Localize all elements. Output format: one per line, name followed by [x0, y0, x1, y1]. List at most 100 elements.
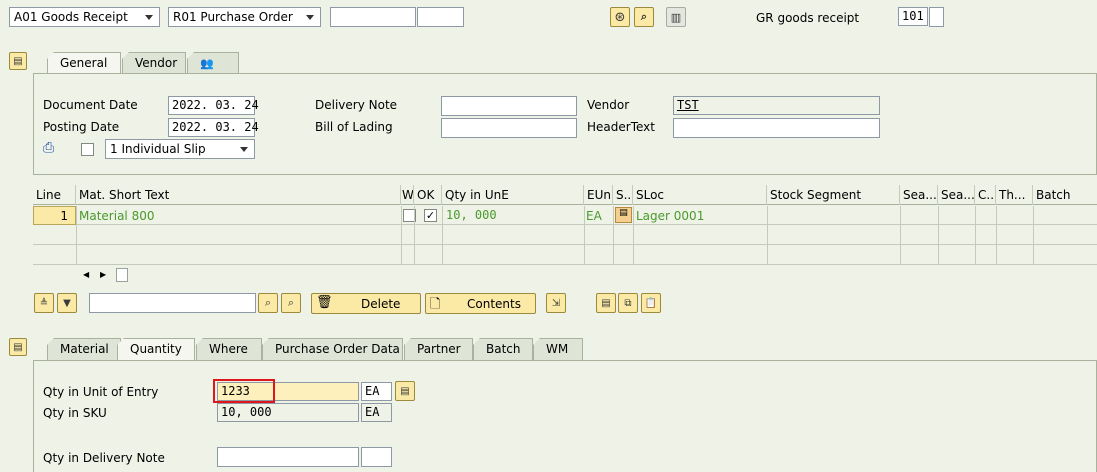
- chevron-down-icon: [306, 15, 314, 20]
- col-sloc[interactable]: SLoc: [633, 185, 767, 205]
- reference-doc-input[interactable]: [330, 7, 416, 27]
- contents-button[interactable]: 🗋 Contents: [425, 293, 536, 314]
- grid-divider: [414, 206, 415, 264]
- find-next-button[interactable]: ⌕: [281, 293, 301, 313]
- reference-select-value: R01 Purchase Order: [173, 10, 293, 24]
- copy-icon: ⧉: [624, 297, 632, 309]
- execute-button[interactable]: ⊛: [610, 7, 630, 27]
- contents-button-label: Contents: [467, 297, 521, 311]
- scroll-left-icon[interactable]: ◀: [83, 270, 89, 279]
- row-line-button[interactable]: 1: [33, 206, 76, 225]
- tab-partner-label: Partner: [417, 342, 461, 356]
- delete-button[interactable]: 🗑 Delete: [311, 293, 421, 314]
- document-date-input[interactable]: 2022. 03. 24: [168, 96, 259, 115]
- stock-type-icon[interactable]: ▤: [615, 207, 632, 223]
- collapse-icon: ▤: [13, 341, 23, 353]
- grid-divider: [767, 206, 768, 264]
- binoculars-plus-icon: ⌕: [287, 296, 295, 309]
- tab-batch-label: Batch: [486, 342, 521, 356]
- tab-quantity[interactable]: Quantity: [117, 338, 195, 361]
- document-date-label: Document Date: [43, 98, 138, 112]
- stock-icon: ▤: [601, 297, 611, 309]
- col-batch[interactable]: Batch: [1033, 185, 1097, 205]
- vendor-field: TST: [673, 96, 880, 115]
- toggle-detail-button[interactable]: ▤: [9, 338, 27, 356]
- chevron-down-icon: [145, 15, 153, 20]
- grid-divider: [938, 206, 939, 264]
- col-sea-2[interactable]: Sea...: [938, 185, 975, 205]
- tab-general-label: General: [60, 56, 108, 70]
- row-mat-text[interactable]: Material 800: [79, 209, 154, 223]
- print-checkbox[interactable]: [81, 143, 94, 156]
- table-settings-button[interactable]: ▥: [666, 7, 686, 27]
- printer-icon[interactable]: ⎙: [43, 140, 54, 156]
- copy-item-button[interactable]: ⧉: [618, 293, 638, 313]
- qty-delivery-unit-input[interactable]: [361, 447, 392, 467]
- tab-general[interactable]: General: [47, 52, 121, 75]
- chevron-down-icon: [240, 147, 248, 152]
- execute-icon: ⊛: [614, 9, 626, 25]
- posting-date-input[interactable]: 2022. 03. 24: [168, 118, 259, 137]
- row-eun[interactable]: EA: [586, 209, 602, 223]
- qty-sku-field: 10, 000: [217, 403, 359, 422]
- tab-vendor[interactable]: Vendor: [122, 52, 186, 74]
- paste-item-button[interactable]: 📋: [641, 293, 661, 313]
- trash-icon: 🗑: [316, 295, 333, 310]
- stock-overview-button[interactable]: ▤: [596, 293, 616, 313]
- sort-ascending-button[interactable]: ≜: [34, 293, 54, 313]
- find-item-button[interactable]: ⌕: [258, 293, 278, 313]
- expand-all-button[interactable]: ⇲: [546, 293, 566, 313]
- find-button[interactable]: ⌕: [634, 7, 654, 27]
- reference-select[interactable]: R01 Purchase Order: [168, 7, 321, 27]
- horizontal-scrollbar[interactable]: [116, 268, 128, 282]
- col-s[interactable]: S..: [613, 185, 633, 205]
- row-sloc[interactable]: Lager 0001: [636, 209, 704, 223]
- tab-wm[interactable]: WM: [533, 338, 583, 360]
- col-c[interactable]: C..: [975, 185, 996, 205]
- tab-where-label: Where: [209, 342, 248, 356]
- reference-item-input[interactable]: [417, 7, 464, 27]
- tab-purchase-order-data[interactable]: Purchase Order Data: [262, 338, 403, 360]
- grid-divider: [442, 206, 443, 264]
- transaction-select[interactable]: A01 Goods Receipt: [9, 7, 160, 27]
- qty-entry-unit-button[interactable]: ▤: [395, 381, 415, 401]
- col-sea-1[interactable]: Sea...: [900, 185, 938, 205]
- col-ok[interactable]: OK: [414, 185, 442, 205]
- filter-icon: ▼: [63, 297, 71, 309]
- qty-delivery-label: Qty in Delivery Note: [43, 451, 165, 465]
- grid-divider: [1033, 206, 1034, 264]
- row-qty[interactable]: 10, 000: [446, 208, 497, 222]
- col-th[interactable]: Th...: [996, 185, 1033, 205]
- toggle-header-button[interactable]: ▤: [9, 52, 27, 70]
- movement-indicator-input[interactable]: [929, 7, 944, 27]
- row-line-number: 1: [60, 209, 68, 223]
- col-line[interactable]: Line: [33, 185, 76, 205]
- tab-material[interactable]: Material: [47, 338, 121, 360]
- slip-select[interactable]: 1 Individual Slip: [105, 139, 255, 159]
- col-w[interactable]: W: [401, 185, 414, 205]
- delivery-note-input[interactable]: [441, 96, 577, 116]
- row-ok-checkbox[interactable]: ✓: [424, 209, 437, 222]
- tab-partners[interactable]: 👥: [187, 52, 239, 74]
- qty-entry-unit[interactable]: EA: [361, 382, 392, 401]
- col-qty-une[interactable]: Qty in UnE: [442, 185, 584, 205]
- col-stock-segment[interactable]: Stock Segment: [767, 185, 900, 205]
- movement-type-input[interactable]: 101: [898, 7, 928, 26]
- col-eun[interactable]: EUn: [584, 185, 613, 205]
- qty-delivery-input[interactable]: [217, 447, 359, 467]
- col-mat-short-text[interactable]: Mat. Short Text: [76, 185, 401, 205]
- grid-divider: [975, 206, 976, 264]
- qty-entry-highlight: [213, 379, 275, 403]
- document-icon: 🗋: [430, 297, 441, 312]
- tab-partner[interactable]: Partner: [404, 338, 473, 360]
- quantity-panel: [33, 360, 1097, 472]
- filter-button[interactable]: ▼: [57, 293, 77, 313]
- slip-select-value: 1 Individual Slip: [110, 142, 206, 156]
- vendor-value[interactable]: TST: [677, 98, 699, 112]
- tab-where[interactable]: Where: [196, 338, 262, 360]
- header-text-input[interactable]: [673, 118, 880, 138]
- bill-of-lading-input[interactable]: [441, 118, 577, 138]
- scroll-right-icon[interactable]: ▶: [100, 270, 106, 279]
- tab-batch[interactable]: Batch: [473, 338, 533, 360]
- item-search-input[interactable]: [89, 293, 256, 313]
